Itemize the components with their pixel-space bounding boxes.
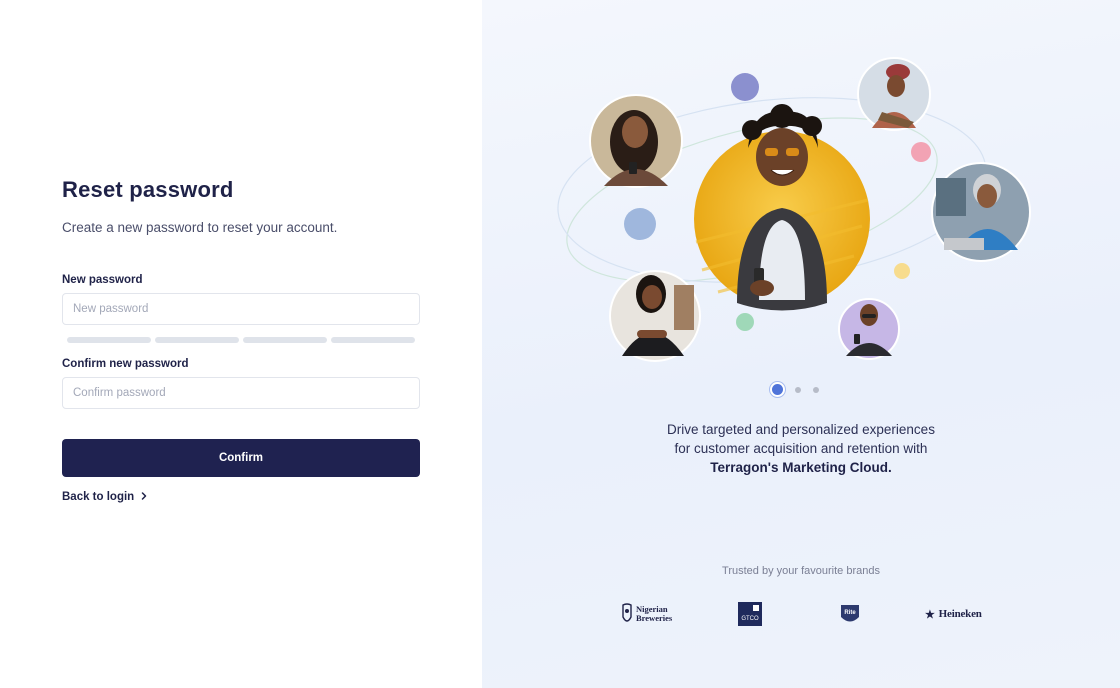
back-to-login-label: Back to login xyxy=(62,491,135,503)
decor-bubble xyxy=(736,313,754,331)
trusted-by-text: Trusted by your favourite brands xyxy=(722,565,880,577)
portrait-woman-desk xyxy=(931,162,1031,262)
strength-segment xyxy=(155,337,239,343)
new-password-input[interactable] xyxy=(62,293,420,325)
rite-logo: Rite xyxy=(839,598,861,630)
decor-bubble xyxy=(624,208,656,240)
decor-bubble xyxy=(894,263,910,279)
carousel-dot-2[interactable] xyxy=(795,386,801,393)
nb-shield-icon xyxy=(622,603,632,622)
portrait-man-phone xyxy=(838,298,900,360)
gtco-mark: GTCO xyxy=(738,602,762,626)
portrait-woman-headwrap xyxy=(857,57,931,131)
rite-label: Rite xyxy=(844,610,856,616)
strength-segment xyxy=(331,337,415,343)
rite-badge-icon: Rite xyxy=(841,605,859,622)
gtco-logo: GTCO xyxy=(738,598,762,630)
carousel-dot-3[interactable] xyxy=(813,386,819,393)
password-strength-meter xyxy=(67,337,415,343)
confirm-button[interactable]: Confirm xyxy=(62,439,420,477)
portrait-main-man xyxy=(694,104,870,311)
portrait-woman-phone xyxy=(589,94,683,188)
back-to-login-link[interactable]: Back to login xyxy=(62,491,148,503)
decor-bubble xyxy=(731,73,759,101)
heineken-logo: ★ Heineken xyxy=(925,598,982,630)
nigerian-breweries-logo: Nigerian Breweries xyxy=(622,598,672,630)
carousel-dots xyxy=(772,384,819,395)
chevron-right-icon xyxy=(140,491,148,503)
tagline-brand: Terragon's Marketing Cloud. xyxy=(710,460,892,475)
confirm-password-label: Confirm new password xyxy=(62,358,189,370)
portrait-woman-arms-crossed xyxy=(609,270,701,362)
brand-logos: Nigerian Breweries GTCO Rite ★ Heineken xyxy=(482,598,1120,630)
marketing-showcase: Drive targeted and personalized experien… xyxy=(482,0,1120,688)
tagline-line-2: for customer acquisition and retention w… xyxy=(674,441,928,456)
strength-segment xyxy=(67,337,151,343)
heineken-label: Heineken xyxy=(938,608,982,620)
reset-password-panel: Reset password Create a new password to … xyxy=(0,0,482,688)
strength-segment xyxy=(243,337,327,343)
confirm-password-input[interactable] xyxy=(62,377,420,409)
tagline-line-1: Drive targeted and personalized experien… xyxy=(667,422,935,437)
page-subtitle: Create a new password to reset your acco… xyxy=(62,220,338,235)
star-icon: ★ xyxy=(925,608,935,621)
carousel-dot-1[interactable] xyxy=(772,384,783,395)
new-password-label: New password xyxy=(62,274,143,286)
nb-line-2: Breweries xyxy=(636,613,673,623)
customer-illustration xyxy=(557,57,1031,362)
tagline: Drive targeted and personalized experien… xyxy=(482,420,1120,477)
decor-bubble xyxy=(911,142,931,162)
page-title: Reset password xyxy=(62,177,234,202)
